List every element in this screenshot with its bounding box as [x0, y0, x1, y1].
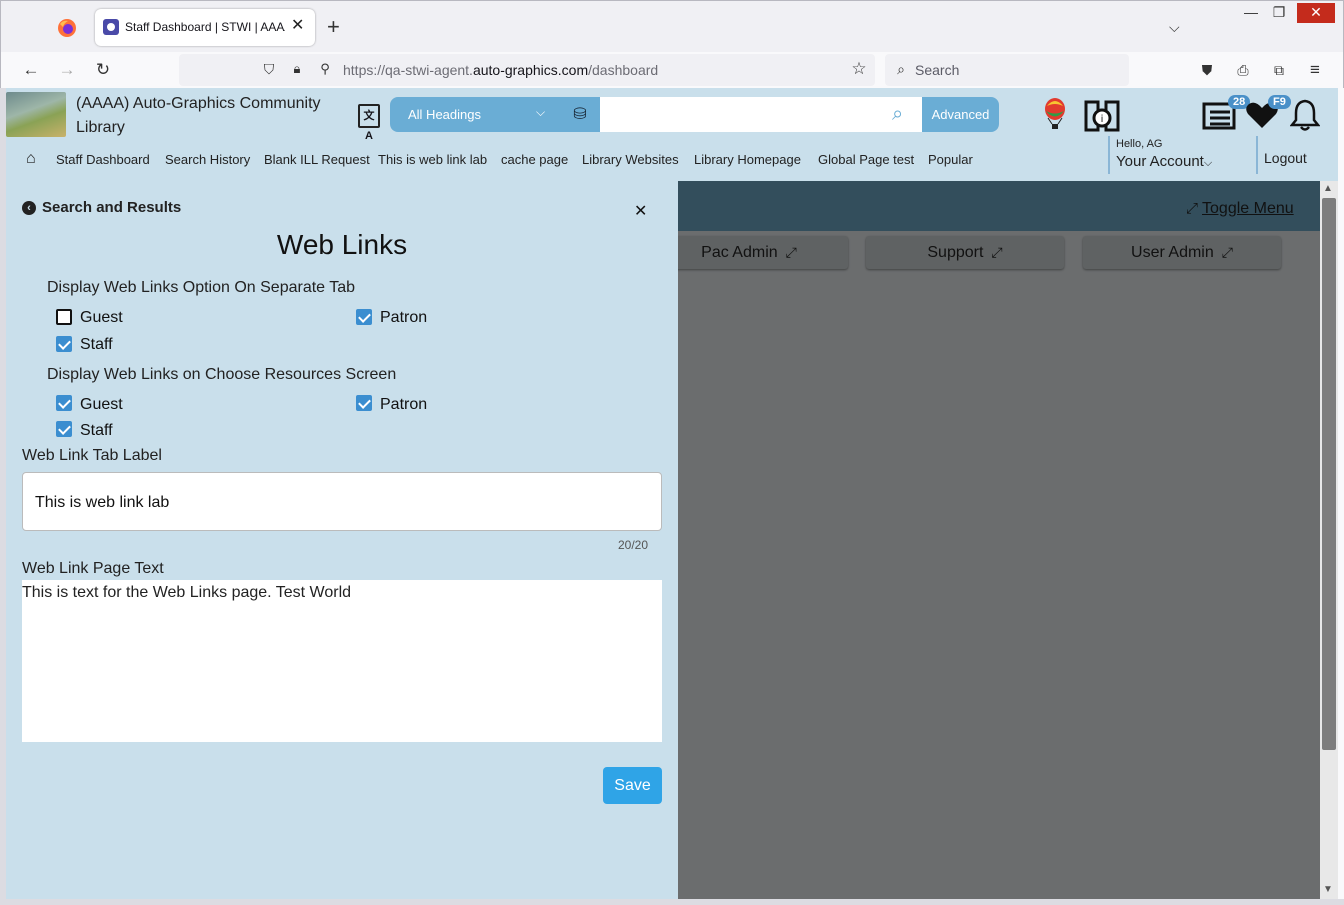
- menu-item-staff-dashboard[interactable]: Staff Dashboard: [56, 152, 150, 167]
- site-favicon-icon: [103, 19, 119, 35]
- print-icon[interactable]: ⎙: [1231, 59, 1255, 81]
- web-links-panel: ‹ Search and Results ✕ Web Links Display …: [6, 181, 678, 899]
- browser-tabstrip: Staff Dashboard | STWI | AAAA ✕ + ⌵ — ❐ …: [0, 0, 1344, 52]
- advanced-search-button[interactable]: Advanced: [922, 97, 999, 132]
- chevron-down-icon: ⌵: [1203, 157, 1213, 169]
- menu-item-search-history[interactable]: Search History: [165, 152, 250, 167]
- menu-item-web-link-lab[interactable]: This is web link lab: [378, 152, 487, 167]
- menu-item-cache-page[interactable]: cache page: [501, 152, 568, 167]
- bell-icon[interactable]: [1290, 98, 1320, 132]
- active-tab[interactable]: Staff Dashboard | STWI | AAAA ✕: [95, 9, 315, 46]
- toggle-menu-link[interactable]: ⤢ Toggle Menu: [1186, 200, 1294, 218]
- choose-resources-group-label: Display Web Links on Choose Resources Sc…: [47, 366, 397, 383]
- menu-item-library-homepage[interactable]: Library Homepage: [694, 152, 801, 167]
- tab-close-icon[interactable]: ✕: [291, 17, 304, 35]
- page-text-textarea[interactable]: This is text for the Web Links page. Tes…: [22, 580, 662, 742]
- expand-arrows-icon: ⤢: [991, 244, 1003, 260]
- lock-icon[interactable]: 🔒︎: [285, 58, 309, 80]
- scroll-down-icon[interactable]: ▼: [1323, 884, 1333, 895]
- menu-item-global-page-test[interactable]: Global Page test: [818, 152, 914, 167]
- separate-tab-guest-label: Guest: [80, 309, 123, 326]
- minimize-button[interactable]: —: [1237, 3, 1265, 23]
- logout-link[interactable]: Logout: [1256, 136, 1307, 174]
- separate-tab-group-label: Display Web Links Option On Separate Tab: [47, 279, 356, 296]
- window-bottom-edge: [0, 899, 1344, 905]
- choose-resources-guest-label: Guest: [80, 396, 123, 413]
- svg-text:i: i: [1101, 114, 1104, 125]
- panel-title: Web Links: [276, 229, 408, 260]
- support-button[interactable]: Support ⤢: [866, 236, 1064, 269]
- translate-icon[interactable]: 文A: [358, 104, 380, 142]
- expand-arrows-icon: ⤢: [1186, 200, 1199, 217]
- firefox-icon[interactable]: [57, 18, 77, 38]
- binoculars-icon[interactable]: i: [1084, 100, 1120, 132]
- choose-resources-guest-checkbox[interactable]: [56, 395, 72, 411]
- choose-resources-patron-label: Patron: [380, 396, 428, 413]
- hamburger-menu-icon[interactable]: ≡: [1303, 59, 1327, 81]
- panel-close-icon[interactable]: ✕: [634, 201, 647, 221]
- expand-arrows-icon: ⤢: [1221, 244, 1233, 260]
- save-button[interactable]: Save: [603, 767, 662, 804]
- hot-air-balloon-icon[interactable]: [1042, 98, 1068, 132]
- search-placeholder: Search: [915, 62, 960, 78]
- main-menu: ⌂ Staff Dashboard Search History Blank I…: [6, 148, 1106, 170]
- restore-button[interactable]: ❐: [1265, 3, 1293, 23]
- database-icon[interactable]: ⛁: [560, 97, 600, 132]
- scroll-up-icon[interactable]: ▲: [1323, 183, 1333, 194]
- forward-arrow-icon[interactable]: →: [55, 59, 79, 81]
- greeting: Hello, AG: [1116, 138, 1163, 150]
- page-text-field-label: Web Link Page Text: [22, 560, 164, 577]
- library-name: (AAAA) Auto-Graphics Community Library: [76, 95, 321, 136]
- catalog-search: All Headings ⌵ ⛁ ⌕ Advanced: [390, 97, 999, 132]
- url-text[interactable]: https://qa-stwi-agent.auto-graphics.com/…: [343, 62, 658, 78]
- library-logo[interactable]: [6, 92, 66, 137]
- list-tabs-chevron-icon[interactable]: ⌵: [1169, 19, 1180, 36]
- favorites-badge: F9: [1268, 95, 1291, 109]
- pocket-icon[interactable]: ⛊: [1195, 59, 1219, 81]
- catalog-search-input[interactable]: [600, 97, 922, 132]
- search-icon: ⌕: [897, 61, 905, 77]
- back-arrow-icon[interactable]: ←: [19, 59, 43, 81]
- extensions-icon[interactable]: ⧉: [1267, 59, 1291, 81]
- headings-select[interactable]: All Headings ⌵: [390, 97, 560, 132]
- reload-icon[interactable]: ↻: [91, 59, 115, 81]
- main-content-overlay: [678, 181, 1320, 899]
- separate-tab-staff-label: Staff: [80, 336, 113, 353]
- search-and-results-link[interactable]: ‹ Search and Results: [22, 199, 181, 216]
- new-tab-button[interactable]: +: [327, 16, 340, 38]
- scrollbar-thumb[interactable]: [1322, 198, 1336, 750]
- tab-title: Staff Dashboard | STWI | AAAA: [125, 20, 285, 34]
- home-icon[interactable]: ⌂: [26, 150, 36, 168]
- menu-item-library-websites[interactable]: Library Websites: [582, 152, 679, 167]
- shield-icon[interactable]: ⛉: [257, 58, 281, 80]
- browser-search-bar[interactable]: ⌕ Search: [885, 54, 1129, 86]
- pac-admin-button[interactable]: Pac Admin ⤢: [650, 236, 848, 269]
- your-account-label[interactable]: Your Account⌵: [1116, 153, 1212, 170]
- url-bar[interactable]: ⛉ 🔒︎ ⚲ https://qa-stwi-agent.auto-graphi…: [179, 54, 875, 86]
- window-close-button[interactable]: ✕: [1297, 3, 1335, 23]
- menu-item-popular[interactable]: Popular: [928, 152, 973, 167]
- user-admin-button[interactable]: User Admin ⤢: [1083, 236, 1281, 269]
- back-circle-icon: ‹: [22, 201, 36, 215]
- search-icon[interactable]: ⌕: [892, 103, 903, 126]
- separate-tab-guest-checkbox[interactable]: [56, 309, 72, 325]
- separate-tab-staff-checkbox[interactable]: [56, 336, 72, 352]
- menu-item-blank-ill-request[interactable]: Blank ILL Request: [264, 152, 370, 167]
- tab-label-counter: 20/20: [618, 538, 649, 552]
- choose-resources-staff-checkbox[interactable]: [56, 421, 72, 437]
- tab-label-field-label: Web Link Tab Label: [22, 447, 162, 464]
- choose-resources-patron-checkbox[interactable]: [356, 395, 372, 411]
- separate-tab-patron-label: Patron: [380, 309, 428, 326]
- account-menu[interactable]: Hello, AG Your Account⌵: [1108, 136, 1254, 174]
- browser-navbar: ← → ↻ ☆ ▭ ⛉ 🔒︎ ⚲ https://qa-stwi-agent.a…: [0, 52, 1344, 88]
- headings-select-label: All Headings: [408, 107, 481, 122]
- tab-label-input[interactable]: This is web link lab: [22, 472, 662, 531]
- choose-resources-staff-label: Staff: [80, 422, 113, 439]
- permissions-icon[interactable]: ⚲: [313, 58, 337, 80]
- separate-tab-patron-checkbox[interactable]: [356, 309, 372, 325]
- expand-arrows-icon: ⤢: [785, 244, 797, 260]
- app-header: (AAAA) Auto-Graphics Community Library 文…: [6, 88, 1338, 181]
- chevron-down-icon: ⌵: [536, 105, 546, 119]
- bookmark-star-icon[interactable]: ☆: [847, 58, 871, 80]
